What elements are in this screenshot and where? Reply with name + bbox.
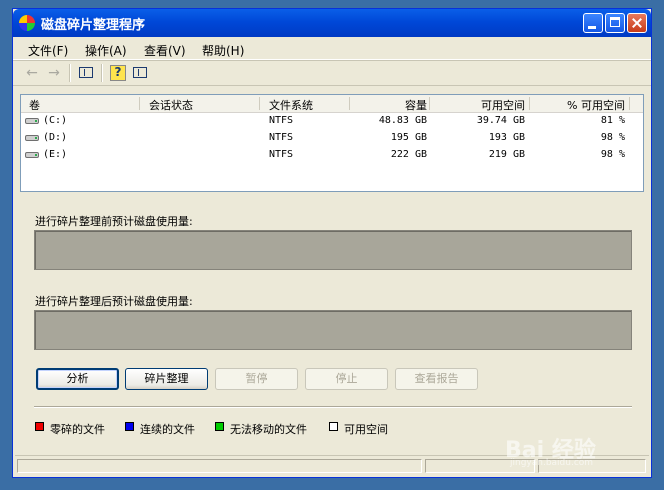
file-system: NTFS <box>269 132 294 143</box>
minimize-icon <box>588 26 596 29</box>
legend-label: 连续的文件 <box>140 423 195 436</box>
table-row[interactable]: (D:) NTFS 195 GB 193 GB 98 % <box>21 130 643 147</box>
percent-free: 81 % <box>600 115 625 126</box>
toolbar: ← → ? <box>13 61 651 86</box>
toolbar-separator <box>101 64 103 82</box>
help-icon[interactable]: ? <box>110 65 126 81</box>
defrag-window: 磁盘碎片整理程序 文件(F) 操作(A) 查看(V) 帮助(H) ← → ? 卷… <box>12 8 652 478</box>
volume-name: (D:) <box>43 132 68 143</box>
table-row[interactable]: (C:) NTFS 48.83 GB 39.74 GB 81 % <box>21 113 643 130</box>
drive-icon <box>25 152 39 158</box>
menu-file[interactable]: 文件(F) <box>28 42 68 59</box>
minimize-button[interactable] <box>583 13 603 33</box>
view-report-button: 查看报告 <box>395 368 478 390</box>
volume-list[interactable]: 卷 会话状态 文件系统 容量 可用空间 % 可用空间 (C:) NTFS 48.… <box>20 94 644 192</box>
forward-arrow-icon[interactable]: → <box>46 65 62 81</box>
capacity: 195 GB <box>390 132 427 143</box>
console-tree-icon[interactable] <box>78 65 94 81</box>
maximize-icon <box>610 17 620 27</box>
pause-button: 暂停 <box>215 368 298 390</box>
watermark-url: jingyan.baidu.com <box>510 458 594 468</box>
unmovable-swatch <box>215 422 224 431</box>
capacity: 48.83 GB <box>378 115 427 126</box>
file-system: NTFS <box>269 115 294 126</box>
drive-icon <box>25 135 39 141</box>
percent-free: 98 % <box>600 132 625 143</box>
free-space-swatch <box>329 422 338 431</box>
window-title: 磁盘碎片整理程序 <box>41 18 146 33</box>
defragment-button[interactable]: 碎片整理 <box>125 368 208 390</box>
menu-action[interactable]: 操作(A) <box>85 42 127 59</box>
menu-view[interactable]: 查看(V) <box>144 42 186 59</box>
app-icon <box>19 15 35 31</box>
properties-icon[interactable] <box>132 65 148 81</box>
legend-label: 可用空间 <box>344 423 388 436</box>
stop-button: 停止 <box>305 368 388 390</box>
menu-help[interactable]: 帮助(H) <box>202 42 244 59</box>
menu-bar: 文件(F) 操作(A) 查看(V) 帮助(H) <box>13 39 651 60</box>
capacity: 222 GB <box>390 149 427 160</box>
free-space: 193 GB <box>488 132 525 143</box>
column-header-free[interactable]: 可用空间 <box>431 97 525 113</box>
column-header-filesystem[interactable]: 文件系统 <box>269 97 313 113</box>
divider <box>34 406 632 408</box>
status-pane-main <box>17 459 422 473</box>
analyze-button[interactable]: 分析 <box>36 368 119 390</box>
table-row[interactable]: (E:) NTFS 222 GB 219 GB 98 % <box>21 147 643 164</box>
free-space: 219 GB <box>488 149 525 160</box>
column-header-pct-free[interactable]: % 可用空间 <box>531 97 625 113</box>
legend-label: 无法移动的文件 <box>230 423 307 436</box>
maximize-button[interactable] <box>605 13 625 33</box>
column-header-volume[interactable]: 卷 <box>29 97 40 113</box>
free-space: 39.74 GB <box>476 115 525 126</box>
column-header-status[interactable]: 会话状态 <box>149 97 193 113</box>
percent-free: 98 % <box>600 149 625 160</box>
close-button[interactable] <box>627 13 647 33</box>
legend-label: 零碎的文件 <box>50 423 105 436</box>
after-usage-display <box>34 310 632 350</box>
title-bar[interactable]: 磁盘碎片整理程序 <box>13 9 651 37</box>
drive-icon <box>25 118 39 124</box>
after-usage-label: 进行碎片整理后预计磁盘使用量: <box>35 295 193 308</box>
toolbar-separator <box>69 64 71 82</box>
column-header-capacity[interactable]: 容量 <box>351 97 427 113</box>
column-header-row: 卷 会话状态 文件系统 容量 可用空间 % 可用空间 <box>21 95 643 113</box>
volume-name: (C:) <box>43 115 68 126</box>
contiguous-swatch <box>125 422 134 431</box>
before-usage-display <box>34 230 632 270</box>
before-usage-label: 进行碎片整理前预计磁盘使用量: <box>35 215 193 228</box>
volume-name: (E:) <box>43 149 68 160</box>
back-arrow-icon[interactable]: ← <box>24 65 40 81</box>
file-system: NTFS <box>269 149 294 160</box>
fragmented-swatch <box>35 422 44 431</box>
